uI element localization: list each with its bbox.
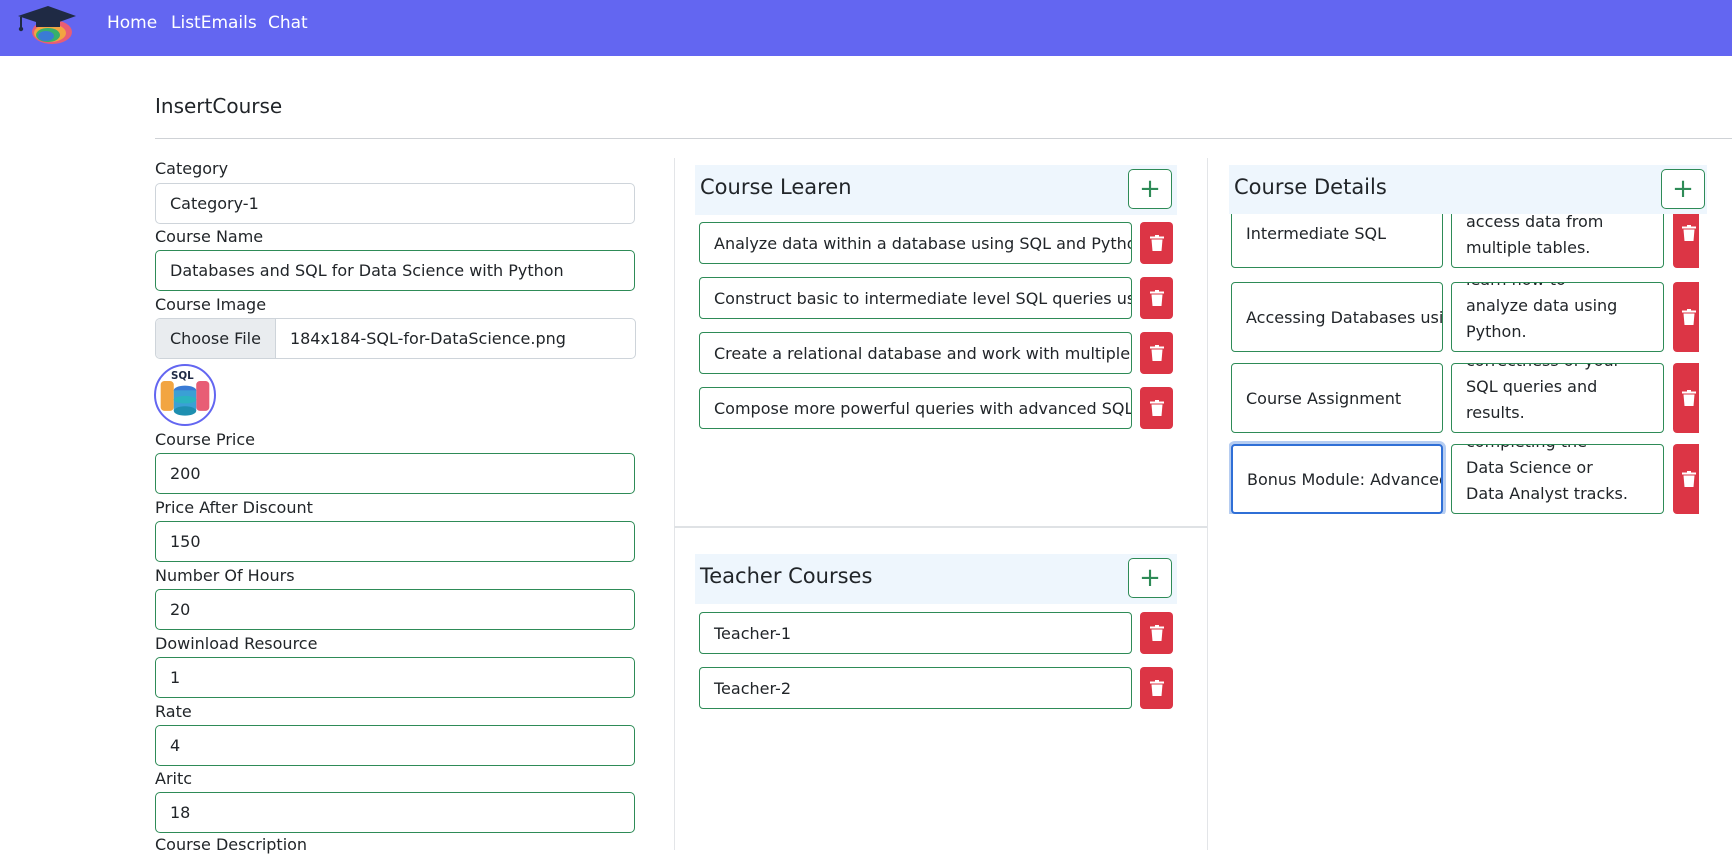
trash-icon [1149,235,1164,251]
column-divider [1207,158,1208,850]
price-after-discount-input[interactable]: 150 [155,521,635,562]
course-learn-header: Course Learen [695,165,1177,215]
trash-icon [1149,680,1164,696]
course-detail-row: Intermediate SQL access data from multip… [1229,212,1699,268]
course-image-preview: SQL [154,364,216,426]
trash-icon [1682,309,1696,325]
plus-icon: + [1139,174,1161,204]
add-course-learn-button[interactable]: + [1128,169,1172,209]
course-details-header: Course Details [1229,165,1707,214]
nav-link-home[interactable]: Home [107,13,157,33]
course-detail-desc-textarea[interactable]: completing the Data Science or Data Anal… [1451,444,1664,514]
selected-file-name: 184x184-SQL-for-DataScience.png [289,329,566,348]
plus-icon: + [1672,174,1694,204]
add-course-detail-button[interactable]: + [1661,169,1705,209]
delete-course-learn-button[interactable] [1140,387,1173,429]
nav-link-chat[interactable]: Chat [268,13,308,33]
course-learn-item[interactable]: Construct basic to intermediate level SQ… [699,277,1132,319]
course-detail-title-input[interactable]: Accessing Databases using Python [1231,282,1443,352]
desc-line: Data Science or [1466,458,1593,477]
course-detail-desc-textarea[interactable]: correctness of your SQL queries and resu… [1451,363,1664,433]
delete-course-detail-button[interactable] [1673,282,1699,352]
course-image-file-input[interactable]: Choose File 184x184-SQL-for-DataScience.… [155,318,636,359]
course-price-input[interactable]: 200 [155,453,635,494]
download-resource-input[interactable]: 1 [155,657,635,698]
course-detail-desc-textarea[interactable]: learn how to analyze data using Python. [1451,282,1664,352]
delete-teacher-course-button[interactable] [1140,667,1173,709]
column-divider [674,158,675,850]
delete-course-detail-button[interactable] [1673,444,1699,514]
rate-input[interactable]: 4 [155,725,635,766]
category-select[interactable]: Category-1 [155,183,635,224]
choose-file-button[interactable]: Choose File [156,319,276,358]
desc-line: Data Analyst tracks. [1466,484,1628,503]
nav-link-listemails[interactable]: ListEmails [171,13,257,33]
category-label: Category [155,159,229,178]
course-detail-desc-textarea[interactable]: access data from multiple tables. [1451,212,1664,268]
trash-icon [1149,625,1164,641]
course-details-title: Course Details [1234,175,1387,199]
section-divider [674,526,1207,528]
delete-course-detail-button[interactable] [1673,363,1699,433]
delete-course-detail-button[interactable] [1673,212,1699,268]
number-of-hours-input[interactable]: 20 [155,589,635,630]
trash-icon [1149,345,1164,361]
teacher-course-item[interactable]: Teacher-2 [699,667,1132,709]
desc-line: analyze data using [1466,296,1618,315]
course-learn-item[interactable]: Create a relational database and work wi… [699,332,1132,374]
rate-label: Rate [155,702,192,721]
desc-line: SQL queries and [1466,377,1598,396]
course-detail-title-input[interactable]: Course Assignment [1231,363,1443,433]
download-resource-label: Dowinload Resource [155,634,318,653]
course-learn-item[interactable]: Compose more powerful queries with advan… [699,387,1132,429]
teacher-courses-title: Teacher Courses [700,564,873,588]
course-detail-title-input[interactable]: Intermediate SQL [1231,212,1443,268]
course-details-list[interactable]: Intermediate SQL access data from multip… [1229,212,1699,514]
add-teacher-course-button[interactable]: + [1128,558,1172,598]
desc-line: results. [1466,403,1525,422]
trash-icon [1149,290,1164,306]
desc-line: correctness of your [1466,364,1655,374]
course-name-label: Course Name [155,227,264,246]
desc-line: learn how to [1466,283,1655,293]
trash-icon [1149,400,1164,416]
course-image-label: Course Image [155,295,267,314]
number-of-hours-label: Number Of Hours [155,566,295,585]
course-detail-row: Accessing Databases using Python learn h… [1229,282,1699,352]
course-detail-row: Course Assignment correctness of your SQ… [1229,363,1699,433]
course-learn-item[interactable]: Analyze data within a database using SQL… [699,222,1132,264]
trash-icon [1682,225,1696,241]
course-learn-title: Course Learen [700,175,852,199]
top-navbar: Home ListEmails Chat [0,0,1732,56]
delete-course-learn-button[interactable] [1140,332,1173,374]
trash-icon [1682,471,1696,487]
course-name-input[interactable]: Databases and SQL for Data Science with … [155,250,635,291]
trash-icon [1682,390,1696,406]
course-price-label: Course Price [155,430,255,449]
delete-course-learn-button[interactable] [1140,277,1173,319]
course-detail-row: Bonus Module: Advanced SQL completing th… [1229,444,1699,514]
plus-icon: + [1139,563,1161,593]
course-description-label: Course Description [155,835,308,854]
desc-line: access data from [1466,212,1604,231]
graduation-cap-logo[interactable] [14,4,78,48]
title-divider [155,138,1732,139]
sql-preview-text: SQL [171,370,194,382]
delete-course-learn-button[interactable] [1140,222,1173,264]
page-title: InsertCourse [155,94,283,118]
aritc-input[interactable]: 18 [155,792,635,833]
course-detail-title-input[interactable]: Bonus Module: Advanced SQL [1231,444,1443,514]
desc-line: Python. [1466,322,1527,341]
desc-line: completing the [1466,445,1655,455]
desc-line: multiple tables. [1466,238,1591,257]
delete-teacher-course-button[interactable] [1140,612,1173,654]
teacher-courses-header: Teacher Courses [695,554,1177,604]
price-after-discount-label: Price After Discount [155,498,313,517]
teacher-course-item[interactable]: Teacher-1 [699,612,1132,654]
aritc-label: Aritc [155,769,193,788]
